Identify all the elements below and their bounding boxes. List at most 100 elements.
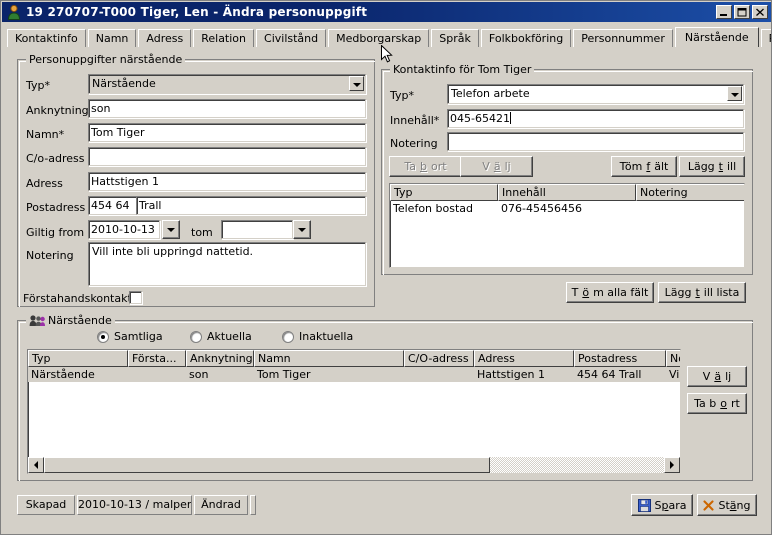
postnummer-value: 454 64 — [91, 199, 130, 212]
tom-alla-falt-mnemonic: ö — [582, 286, 590, 299]
filter-aktuella-label: Aktuella — [207, 330, 252, 343]
table-row[interactable]: Telefon bostad 076-45456456 — [390, 201, 744, 216]
cell-forsta — [128, 367, 186, 382]
forstahandskontakt-label: Förstahandskontakt — [23, 292, 132, 305]
filter-inaktuella[interactable]: Inaktuella — [282, 330, 353, 343]
namn-label: Namn* — [26, 128, 65, 141]
close-button[interactable] — [752, 5, 768, 19]
grid-valj-button[interactable]: Vä lj — [687, 366, 747, 387]
tab-narstaende[interactable]: Närstående — [674, 27, 759, 47]
col-notering[interactable]: Noter — [666, 350, 680, 367]
filter-aktuella[interactable]: Aktuella — [190, 330, 252, 343]
contact-notering-input[interactable] — [447, 132, 744, 151]
col-forsta[interactable]: Första... — [128, 350, 186, 367]
lagg-till-lista-button[interactable]: Lägg t ill lista — [658, 282, 746, 303]
anknytning-input[interactable]: son — [88, 99, 366, 118]
tab-adress[interactable]: Adress — [138, 29, 192, 47]
contact-col-notering[interactable]: Notering — [636, 184, 744, 201]
typ-combo[interactable]: Närstående — [88, 74, 366, 94]
lagg-till-lista-mnemonic: t — [695, 286, 700, 299]
postort-input[interactable]: Trall — [136, 196, 366, 215]
namn-input[interactable]: Tom Tiger — [88, 123, 366, 142]
tab-folkbokforing[interactable]: Folkbokföring — [480, 29, 572, 47]
narstaende-group-title-text: Närstående — [48, 314, 112, 327]
stang-button[interactable]: Stäng — [697, 494, 757, 516]
scroll-right-button[interactable] — [664, 457, 680, 473]
adress-input[interactable]: Hattstigen 1 — [88, 172, 366, 191]
application-window: 19 270707-T000 Tiger, Len - Ändra person… — [0, 0, 772, 535]
anknytning-label: Anknytning — [26, 104, 89, 117]
cell-adress: Hattstigen 1 — [477, 368, 545, 381]
chevron-down-icon[interactable] — [727, 86, 742, 101]
table-row[interactable]: Närstående son Tom Tiger Hattstigen 1 45… — [28, 367, 680, 382]
close-x-icon — [703, 499, 715, 511]
notering-textarea[interactable]: Vill inte bli uppringd nattetid. — [88, 242, 366, 286]
status-skapad-value: 2010-10-13 / malper — [77, 495, 192, 515]
tab-personnummer[interactable]: Personnummer — [573, 29, 673, 47]
adress-label: Adress — [26, 177, 63, 190]
tab-namn[interactable]: Namn — [87, 29, 137, 47]
giltig-from-calendar-button[interactable] — [162, 220, 180, 239]
tom-input[interactable] — [221, 220, 293, 239]
contact-info-table[interactable]: Typ Innehåll Notering Telefon bostad 076… — [389, 183, 745, 268]
tom-alla-falt-button[interactable]: Töm alla fält — [566, 282, 654, 303]
contact-table-header: Typ Innehåll Notering — [390, 184, 744, 201]
contact-col-typ[interactable]: Typ — [390, 184, 498, 201]
cell-anknytning: son — [189, 368, 209, 381]
scroll-left-button[interactable] — [28, 457, 44, 473]
contact-innehall-input[interactable]: 045-65421 — [447, 109, 744, 128]
tab-kontaktinfo[interactable]: Kontaktinfo — [7, 29, 86, 47]
col-adress[interactable]: Adress — [474, 350, 574, 367]
adress-value: Hattstigen 1 — [91, 175, 159, 188]
col-typ[interactable]: Typ — [28, 350, 128, 367]
giltig-from-input[interactable]: 2010-10-13 — [88, 220, 160, 239]
grid-valj-post: lj — [725, 370, 732, 383]
contact-col-innehall[interactable]: Innehåll — [498, 184, 636, 201]
ta-bort-button[interactable]: Ta b ort — [389, 156, 462, 177]
maximize-button[interactable] — [734, 5, 750, 19]
contact-info-group-title: Kontaktinfo för Tom Tiger — [390, 63, 535, 76]
tom-calendar-button[interactable] — [293, 220, 311, 239]
filter-samtliga[interactable]: Samtliga — [97, 330, 163, 343]
contact-typ-value: Telefon arbete — [451, 87, 530, 100]
col-co-adress[interactable]: C/O-adress — [404, 350, 474, 367]
tom-falt-label-pre: Töm — [619, 160, 643, 173]
person-icon — [6, 4, 22, 20]
chevron-down-icon[interactable] — [349, 76, 364, 91]
forstahandskontakt-checkbox[interactable] — [129, 291, 142, 304]
radio-inaktuella-icon[interactable] — [282, 330, 294, 343]
tab-sprak[interactable]: Språk — [431, 29, 479, 47]
radio-samtliga-icon[interactable] — [97, 330, 109, 343]
grid-ta-bort-pre: Ta b — [694, 397, 717, 410]
status-skapad: Skapad — [17, 495, 75, 515]
lagg-till-lista-post: ill lista — [703, 286, 740, 299]
tom-falt-button[interactable]: Töm f ält — [611, 156, 677, 177]
status-andrad: Ändrad — [194, 495, 248, 515]
tom-falt-mnemonic: f — [646, 160, 651, 173]
contact-typ-combo[interactable]: Telefon arbete — [447, 84, 744, 104]
tab-medborgarskap[interactable]: Medborgarskap — [328, 29, 430, 47]
tab-civilstand[interactable]: Civilstånd — [256, 29, 327, 47]
valj-button[interactable]: Vä lj — [460, 156, 533, 177]
mouse-cursor — [381, 44, 393, 64]
co-adress-input[interactable] — [88, 147, 366, 166]
radio-aktuella-icon[interactable] — [190, 330, 202, 343]
typ-combo-value: Närstående — [92, 77, 156, 90]
minimize-button[interactable] — [716, 5, 732, 19]
people-icon — [29, 314, 45, 327]
lagg-till-button[interactable]: Lägg t ill — [679, 156, 745, 177]
col-anknytning[interactable]: Anknytning — [186, 350, 254, 367]
narstaende-table-hscrollbar[interactable] — [28, 457, 680, 473]
tab-relation[interactable]: Relation — [193, 29, 255, 47]
tab-referensperson[interactable]: Referensperson — [760, 29, 771, 47]
grid-ta-bort-button[interactable]: Ta b o rt — [687, 393, 747, 414]
contact-innehall-label: Innehåll* — [390, 114, 440, 127]
save-floppy-icon — [637, 498, 651, 512]
spara-button[interactable]: Spara — [631, 494, 693, 516]
narstaende-table[interactable]: Typ Första... Anknytning Namn C/O-adress… — [27, 349, 681, 474]
col-postadress[interactable]: Postadress — [574, 350, 666, 367]
scroll-thumb[interactable] — [44, 457, 491, 473]
col-namn[interactable]: Namn — [254, 350, 404, 367]
cell-postadress: 454 64 Trall — [577, 368, 642, 381]
scroll-track[interactable] — [44, 457, 664, 473]
